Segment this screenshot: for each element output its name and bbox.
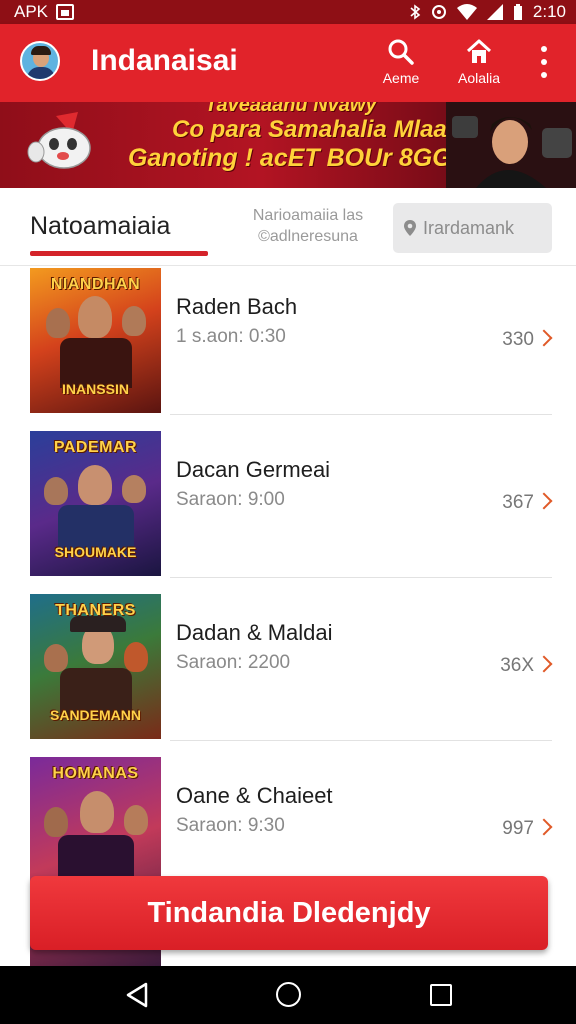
poster-title: THANERS bbox=[55, 602, 136, 619]
divider bbox=[170, 740, 552, 741]
search-button-label: Aeme bbox=[382, 70, 420, 86]
item-count: 997 bbox=[502, 818, 534, 839]
tab-indicator bbox=[30, 251, 208, 256]
item-count: 36X bbox=[500, 655, 534, 676]
status-time: 2:10 bbox=[532, 2, 566, 21]
chevron-right-icon bbox=[535, 818, 553, 836]
wifi-icon bbox=[456, 4, 477, 20]
battery-icon bbox=[513, 4, 522, 20]
home-button-label: Aolalia bbox=[457, 70, 501, 86]
primary-cta-button[interactable]: Tindandia Dledenjdy bbox=[30, 876, 548, 950]
item-title: Raden Bach bbox=[176, 294, 298, 319]
banner-line-3: Ganoting ! acET BOUr 8GGOY bbox=[128, 144, 488, 172]
home-button[interactable]: Aolalia bbox=[449, 38, 509, 94]
circle-home-icon[interactable] bbox=[276, 982, 301, 1007]
item-count: 330 bbox=[502, 329, 534, 350]
poster-title: PADEMAR bbox=[53, 439, 138, 456]
poster-subtitle: SANDEMANN bbox=[50, 707, 141, 723]
poster-title: NIANDHAN bbox=[50, 276, 141, 293]
poster-image: NIANDHAN INANSSIN bbox=[30, 268, 161, 413]
banner-line-2: Co para Samahalia Mlaah bbox=[172, 116, 462, 143]
tab-secondary-line-1: Narioamaiia las bbox=[252, 207, 364, 224]
poster-image: PADEMAR SHOUMAKE bbox=[30, 431, 161, 576]
search-button[interactable]: Aeme bbox=[371, 38, 431, 94]
divider bbox=[170, 414, 552, 415]
item-count: 367 bbox=[502, 492, 534, 513]
status-bar: APK 2:10 bbox=[0, 0, 576, 24]
list-item[interactable]: THANERS SANDEMANN Dadan & Maldai Saraon:… bbox=[0, 592, 576, 755]
app-bar: Indanaisai Aeme Aolalia bbox=[0, 24, 576, 102]
item-title: Dadan & Maldai bbox=[176, 620, 333, 645]
tab-secondary-line-2: ©adlneresuna bbox=[258, 228, 358, 245]
poster-subtitle: SHOUMAKE bbox=[54, 544, 137, 560]
home-icon bbox=[466, 39, 492, 63]
tab-bar: Natoamaiaia Narioamaiia las ©adlneresuna… bbox=[0, 188, 576, 266]
poster-image: THANERS SANDEMANN bbox=[30, 594, 161, 739]
item-subtitle: Saraon: 9:30 bbox=[176, 815, 285, 836]
app-title: Indanaisai bbox=[91, 44, 238, 77]
signal-icon bbox=[486, 4, 503, 20]
banner-line-1: Taveaaanu Nvawy bbox=[205, 102, 377, 116]
location-pin-icon bbox=[404, 220, 416, 236]
tab-active[interactable]: Natoamaiaia bbox=[30, 212, 170, 241]
more-vert-icon[interactable] bbox=[534, 46, 554, 78]
item-subtitle: Saraon: 2200 bbox=[176, 652, 291, 673]
system-nav-bar bbox=[0, 966, 576, 1024]
chevron-right-icon bbox=[535, 492, 553, 510]
alarm-icon bbox=[431, 5, 446, 19]
search-field-placeholder: Irardamank bbox=[423, 217, 515, 238]
poster-title: HOMANAS bbox=[52, 765, 139, 782]
tab-secondary[interactable]: Narioamaiia las ©adlneresuna bbox=[238, 205, 378, 247]
list-item[interactable]: NIANDHAN INANSSIN Raden Bach 1 s.aon: 0:… bbox=[0, 266, 576, 429]
back-icon[interactable] bbox=[124, 982, 150, 1008]
chevron-right-icon bbox=[535, 329, 553, 347]
item-subtitle: Saraon: 9:00 bbox=[176, 489, 285, 510]
poster-subtitle: INANSSIN bbox=[62, 381, 129, 397]
mascot-icon bbox=[27, 112, 91, 169]
recents-icon[interactable] bbox=[430, 984, 452, 1006]
promo-banner[interactable]: Taveaaanu Nvawy Co para Samahalia Mlaah … bbox=[0, 102, 576, 188]
list-item[interactable]: PADEMAR SHOUMAKE Dacan Germeai Saraon: 9… bbox=[0, 429, 576, 592]
search-field[interactable]: Irardamank bbox=[393, 203, 552, 253]
item-title: Oane & Chaieet bbox=[176, 783, 333, 808]
bluetooth-icon bbox=[410, 4, 421, 20]
item-title: Dacan Germeai bbox=[176, 457, 331, 482]
notification-icon bbox=[56, 4, 75, 20]
chevron-right-icon bbox=[535, 655, 553, 673]
avatar[interactable] bbox=[20, 41, 60, 81]
item-subtitle: 1 s.aon: 0:30 bbox=[176, 326, 286, 347]
status-app-label: APK bbox=[14, 2, 49, 21]
banner-hero-image bbox=[446, 102, 576, 188]
divider bbox=[170, 577, 552, 578]
search-icon bbox=[388, 39, 414, 65]
